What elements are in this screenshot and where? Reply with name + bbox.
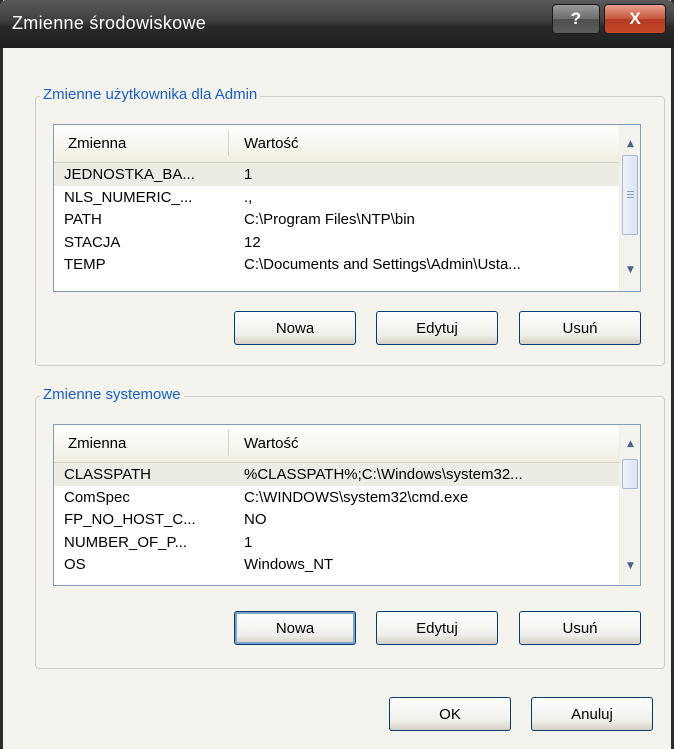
- system-variables-group-title: Zmienne systemowe: [40, 386, 184, 403]
- column-header-value[interactable]: Wartość: [244, 135, 298, 152]
- list-item[interactable]: NUMBER_OF_P... 1: [54, 531, 640, 554]
- column-divider[interactable]: [228, 130, 229, 156]
- cancel-button[interactable]: Anuluj: [531, 697, 653, 731]
- scrollbar-grip-icon: [627, 194, 634, 195]
- variable-value: C:\WINDOWS\system32\cmd.exe: [244, 488, 469, 506]
- user-new-button[interactable]: Nowa: [234, 311, 356, 345]
- list-item[interactable]: NLS_NUMERIC_... .,: [54, 186, 640, 209]
- system-variables-group: Zmienne systemowe Zmienna Wartość CLASSP…: [35, 386, 665, 669]
- variable-value: C:\Program Files\NTP\bin: [244, 211, 415, 228]
- help-button[interactable]: ?: [552, 4, 600, 34]
- list-item[interactable]: FP_NO_HOST_C... NO: [54, 508, 640, 531]
- user-variables-group: Zmienne użytkownika dla Admin Zmienna Wa…: [35, 86, 665, 366]
- variable-name: TEMP: [64, 256, 106, 273]
- column-divider[interactable]: [228, 430, 229, 456]
- close-button[interactable]: X: [604, 4, 666, 34]
- column-header-variable[interactable]: Zmienna: [68, 135, 126, 152]
- variable-value: C:\Documents and Settings\Admin\Usta...: [244, 256, 521, 273]
- list-item[interactable]: JEDNOSTKA_BA... 1: [54, 163, 640, 186]
- variable-value: NO: [244, 511, 267, 528]
- user-variables-group-title: Zmienne użytkownika dla Admin: [40, 86, 261, 103]
- variable-value: 1: [244, 533, 253, 551]
- list-header: Zmienna Wartość: [54, 125, 640, 163]
- vertical-scrollbar[interactable]: ▲ ▼: [619, 125, 640, 291]
- variable-name: CLASSPATH: [64, 466, 151, 483]
- scrollbar-grip-icon: [627, 197, 634, 198]
- variable-name: FP_NO_HOST_C...: [64, 511, 196, 528]
- variable-name: PATH: [64, 211, 102, 228]
- list-header: Zmienna Wartość: [54, 425, 640, 463]
- user-edit-button[interactable]: Edytuj: [376, 311, 498, 345]
- variable-value: 12: [244, 233, 261, 251]
- environment-variables-dialog: Zmienne środowiskowe ? X Zmienne użytkow…: [0, 0, 674, 749]
- scrollbar-thumb[interactable]: [622, 155, 638, 235]
- system-variables-list[interactable]: Zmienna Wartość CLASSPATH %CLASSPATH%;C:…: [53, 424, 641, 586]
- list-item[interactable]: STACJA 12: [54, 231, 640, 254]
- system-delete-button[interactable]: Usuń: [519, 611, 641, 645]
- window-title: Zmienne środowiskowe: [12, 13, 207, 33]
- scrollbar-grip-icon: [627, 191, 634, 192]
- ok-button[interactable]: OK: [389, 697, 511, 731]
- variable-name: STACJA: [64, 233, 121, 251]
- scroll-up-arrow-icon[interactable]: ▲: [620, 133, 640, 154]
- column-header-variable[interactable]: Zmienna: [68, 435, 126, 452]
- list-item[interactable]: CLASSPATH %CLASSPATH%;C:\Windows\system3…: [54, 463, 640, 486]
- variable-name: OS: [64, 556, 86, 573]
- list-item[interactable]: PATH C:\Program Files\NTP\bin: [54, 208, 640, 231]
- system-new-button[interactable]: Nowa: [234, 611, 356, 645]
- variable-name: NLS_NUMERIC_...: [64, 188, 193, 206]
- variable-name: ComSpec: [64, 488, 130, 506]
- system-edit-button[interactable]: Edytuj: [376, 611, 498, 645]
- user-delete-button[interactable]: Usuń: [519, 311, 641, 345]
- scroll-up-arrow-icon[interactable]: ▲: [620, 433, 640, 454]
- variable-value: 1: [244, 166, 253, 183]
- variable-name: JEDNOSTKA_BA...: [64, 166, 195, 183]
- user-variables-list[interactable]: Zmienna Wartość JEDNOSTKA_BA... 1 NLS_NU…: [53, 124, 641, 292]
- list-item[interactable]: TEMP C:\Documents and Settings\Admin\Ust…: [54, 253, 640, 276]
- variable-value: Windows_NT: [244, 556, 334, 573]
- vertical-scrollbar[interactable]: ▲ ▼: [619, 425, 640, 585]
- scroll-down-arrow-icon[interactable]: ▼: [620, 555, 640, 576]
- variable-value: %CLASSPATH%;C:\Windows\system32...: [244, 466, 523, 483]
- variable-value: .,: [244, 188, 253, 206]
- scrollbar-thumb[interactable]: [622, 459, 638, 489]
- list-item[interactable]: ComSpec C:\WINDOWS\system32\cmd.exe: [54, 486, 640, 509]
- scroll-down-arrow-icon[interactable]: ▼: [620, 259, 640, 280]
- list-item[interactable]: OS Windows_NT: [54, 553, 640, 576]
- title-bar[interactable]: Zmienne środowiskowe ? X: [0, 0, 674, 48]
- column-header-value[interactable]: Wartość: [244, 435, 298, 452]
- variable-name: NUMBER_OF_P...: [64, 533, 188, 551]
